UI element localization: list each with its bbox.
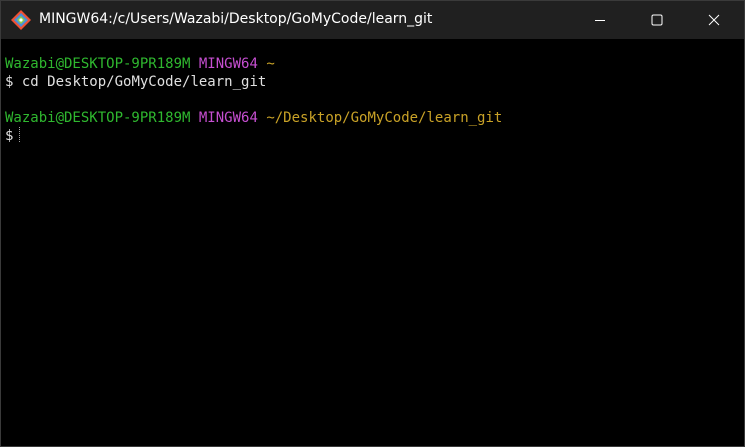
- prompt-user-host: Wazabi@DESKTOP-9PR189M: [5, 110, 191, 126]
- prompt-symbol: $: [5, 128, 14, 144]
- minimize-button[interactable]: [577, 1, 623, 39]
- terminal-output[interactable]: Wazabi@DESKTOP-9PR189M MINGW64 ~ $ cd Des…: [1, 39, 731, 446]
- close-icon: [708, 14, 720, 26]
- text-cursor: [19, 127, 21, 142]
- prompt-line-2: Wazabi@DESKTOP-9PR189M MINGW64 ~/Desktop…: [5, 109, 731, 127]
- prompt-symbol: $: [5, 74, 14, 90]
- prompt-line-1: Wazabi@DESKTOP-9PR189M MINGW64 ~: [5, 55, 731, 73]
- prompt-path: ~/Desktop/GoMyCode/learn_git: [266, 110, 503, 126]
- maximize-icon: [651, 14, 663, 26]
- title-bar[interactable]: MINGW64:/c/Users/Wazabi/Desktop/GoMyCode…: [1, 1, 744, 39]
- prompt-path: ~: [266, 56, 275, 72]
- close-button[interactable]: [691, 1, 737, 39]
- command-text: cd Desktop/GoMyCode/learn_git: [21, 74, 267, 90]
- scrollbar[interactable]: [730, 39, 744, 446]
- prompt-user-host: Wazabi@DESKTOP-9PR189M: [5, 56, 191, 72]
- maximize-button[interactable]: [634, 1, 680, 39]
- command-line-2[interactable]: $: [5, 127, 731, 145]
- minimize-icon: [595, 20, 605, 21]
- prompt-env: MINGW64: [198, 56, 258, 72]
- terminal-window: MINGW64:/c/Users/Wazabi/Desktop/GoMyCode…: [0, 0, 745, 447]
- window-title: MINGW64:/c/Users/Wazabi/Desktop/GoMyCode…: [39, 11, 433, 27]
- command-line-1: $ cd Desktop/GoMyCode/learn_git: [5, 73, 731, 91]
- prompt-env: MINGW64: [198, 110, 258, 126]
- git-diamond-icon: [11, 10, 31, 30]
